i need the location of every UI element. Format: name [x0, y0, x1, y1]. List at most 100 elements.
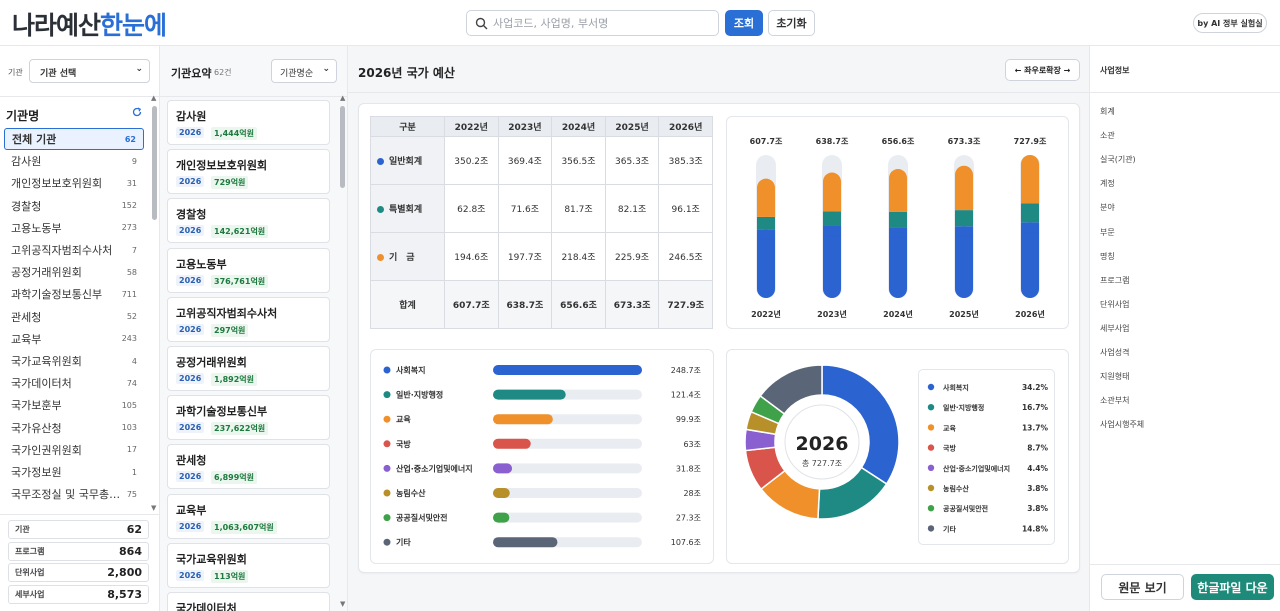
stat-value: 864 — [119, 544, 142, 558]
info-field-label: 사업성격 — [1100, 348, 1130, 357]
series-dot — [377, 254, 384, 261]
card-agency-name: 고용노동부 — [176, 257, 227, 271]
expand-button[interactable]: ← 좌우로확장 → — [1005, 59, 1080, 81]
agency-item[interactable]: 국가교육위원회 4 — [4, 350, 144, 372]
agency-item[interactable]: 개인정보보호위원회 31 — [4, 172, 144, 194]
main-content: 2026년 국가 예산 ← 좌우로확장 → 구분 2022년 2023년 2024년 2… — [348, 46, 1089, 611]
agency-summary-card[interactable]: 국가교육위원회 2026 113억원 — [167, 542, 330, 588]
legend-label: 사회복지 — [943, 383, 969, 392]
agency-item[interactable]: 국가정보원 1 — [4, 461, 144, 483]
legend-value: 16.7% — [1022, 403, 1049, 412]
agency-summary-card[interactable]: 국가데이터처 — [167, 592, 330, 611]
agency-name: 국무조정실 및 국무총… — [11, 488, 121, 502]
table-cell: 365.3조 — [604, 136, 660, 185]
scroll-up-icon[interactable]: ▲ — [151, 94, 156, 102]
agency-list-scrollbar[interactable] — [152, 106, 157, 220]
info-field-label: 지원형태 — [1100, 372, 1130, 382]
summary-scrollbar[interactable] — [340, 106, 345, 188]
ai-lab-badge[interactable]: by AI 정부 실험실 — [1193, 13, 1267, 33]
bar-total-label: 656.6조 — [882, 137, 915, 146]
x-tick-label: 2024년 — [883, 309, 913, 319]
scroll-down-icon[interactable]: ▼ — [151, 504, 156, 512]
card-amount-badge: 113억원 — [211, 569, 249, 583]
search-box[interactable] — [466, 10, 719, 36]
category-label: 산업·중소기업및에너지 — [396, 463, 473, 473]
stacked-bar-svg: 607.7조 2022년 638.7조 2023년 656.6조 2024년 673.3조 2… — [750, 137, 1047, 319]
legend-label: 국방 — [943, 444, 956, 453]
card-year-badge: 2026 — [176, 274, 205, 286]
agency-summary-card[interactable]: 관세청 2026 6,899억원 — [167, 444, 330, 490]
search-button[interactable]: 조회 — [725, 10, 763, 36]
agency-item-all[interactable]: 전체 기관 62 — [4, 128, 144, 150]
agency-summary-card[interactable]: 경찰청 2026 142,621억원 — [167, 198, 330, 244]
table-header-cell: 2023년 — [497, 116, 553, 137]
reset-button[interactable]: 초기화 — [768, 10, 815, 36]
bar-value-label: 27.3조 — [676, 514, 701, 523]
agency-item[interactable]: 국가데이터처 74 — [4, 372, 144, 394]
agency-item[interactable]: 과학기술정보통신부 711 — [4, 283, 144, 305]
sort-value: 기관명순 — [280, 69, 314, 79]
bar — [493, 512, 510, 523]
bar-value-label: 248.7조 — [671, 366, 701, 375]
bar-segment-기 금 — [1021, 155, 1039, 204]
download-hwp-button[interactable]: 한글파일 다운 — [1191, 574, 1274, 600]
horizontal-bar-svg: 사회복지 248.7조일반·지방행정 121.4조교육 99.9조국방 63조산업·중소… — [383, 365, 701, 548]
agency-count: 243 — [121, 334, 137, 344]
x-tick-label: 2022년 — [751, 309, 781, 319]
agency-item[interactable]: 국가유산청 103 — [4, 417, 144, 439]
bar-segment-fill — [757, 206, 775, 217]
agency-name: 국가유산청 — [11, 421, 62, 435]
agency-count: 4 — [131, 356, 137, 366]
agency-item[interactable]: 국가보훈부 105 — [4, 394, 144, 416]
refresh-icon[interactable] — [132, 107, 142, 117]
agency-count: 1 — [131, 467, 137, 477]
agency-item[interactable]: 공정거래위원회 58 — [4, 261, 144, 283]
card-agency-name: 경찰청 — [176, 208, 207, 222]
agency-summary-card[interactable]: 고위공직자범죄수사처 2026 297억원 — [167, 296, 330, 342]
agency-summary-card[interactable]: 개인정보보호위원회 2026 729억원 — [167, 149, 330, 195]
card-year-badge: 2026 — [176, 176, 205, 188]
table-row: 일반회계 350.2조 369.4조 356.5조 365.3조 385.3조 — [370, 136, 713, 185]
info-title: 사업정보 — [1100, 66, 1130, 75]
agency-item[interactable]: 감사원 9 — [4, 150, 144, 172]
agency-filter-select[interactable]: 기관 선택 ⌄ — [29, 59, 150, 83]
app-logo[interactable]: 나라예산한눈에 — [12, 6, 167, 42]
bar-total-label: 638.7조 — [816, 137, 849, 146]
agency-item[interactable]: 관세청 52 — [4, 306, 144, 328]
agency-item[interactable]: 국무조정실 및 국무총… 75 — [4, 483, 144, 505]
agency-summary-card[interactable]: 고용노동부 2026 376,761억원 — [167, 247, 330, 293]
view-original-button[interactable]: 원문 보기 — [1101, 574, 1184, 600]
card-agency-name: 개인정보보호위원회 — [176, 159, 268, 173]
info-field-label: 소관 — [1100, 131, 1115, 141]
sort-select[interactable]: 기관명순 ⌄ — [271, 59, 337, 83]
table-cell: 350.2조 — [444, 136, 499, 185]
agency-item[interactable]: 고용노동부 273 — [4, 217, 144, 239]
card-amount-badge: 1,444억원 — [211, 127, 258, 140]
budget-table: 구분 2022년 2023년 2024년 2025년 2026년 일반회계 350.2조 36… — [370, 116, 713, 329]
agency-item[interactable]: 국가인권위원회 17 — [4, 439, 144, 461]
legend-dot — [383, 415, 391, 423]
agency-name: 교육부 — [11, 332, 42, 346]
scroll-up-icon[interactable]: ▲ — [340, 94, 345, 102]
agency-summary-card[interactable]: 감사원 2026 1,444억원 — [167, 100, 330, 145]
agency-sidebar: 기관 기관 선택 ⌄ 기관명 전체 기관 62 감사원 9 개인정보보호위원회 31 경찰청… — [0, 46, 160, 611]
bar-segment-기 금 — [757, 178, 775, 217]
search-input[interactable] — [493, 15, 713, 31]
agency-summary-card[interactable]: 공정거래위원회 2026 1,892억원 — [167, 346, 330, 391]
x-tick-label: 2026년 — [1015, 309, 1045, 319]
table-cell: 96.1조 — [658, 184, 713, 233]
agency-summary-card[interactable]: 과학기술정보통신부 2026 237,622억원 — [167, 395, 330, 441]
search-icon — [475, 17, 488, 30]
legend-value: 4.4% — [1027, 464, 1048, 473]
bar-segment-특별회계 — [757, 216, 775, 230]
card-agency-name: 고위공직자범죄수사처 — [176, 306, 278, 320]
table-row: 기 금 194.6조 197.7조 218.4조 225.9조 246.5조 — [370, 232, 713, 281]
scroll-down-icon[interactable]: ▼ — [340, 600, 345, 608]
agency-item[interactable]: 고위공직자범죄수사처 7 — [4, 239, 144, 261]
category-label: 기타 — [396, 537, 411, 547]
agency-item[interactable]: 교육부 243 — [4, 328, 144, 350]
chevron-down-icon: ⌄ — [322, 64, 330, 74]
table-cell: 385.3조 — [658, 136, 713, 185]
agency-item[interactable]: 경찰청 152 — [4, 195, 144, 217]
agency-summary-card[interactable]: 교육부 2026 1,063,607억원 — [167, 493, 330, 539]
